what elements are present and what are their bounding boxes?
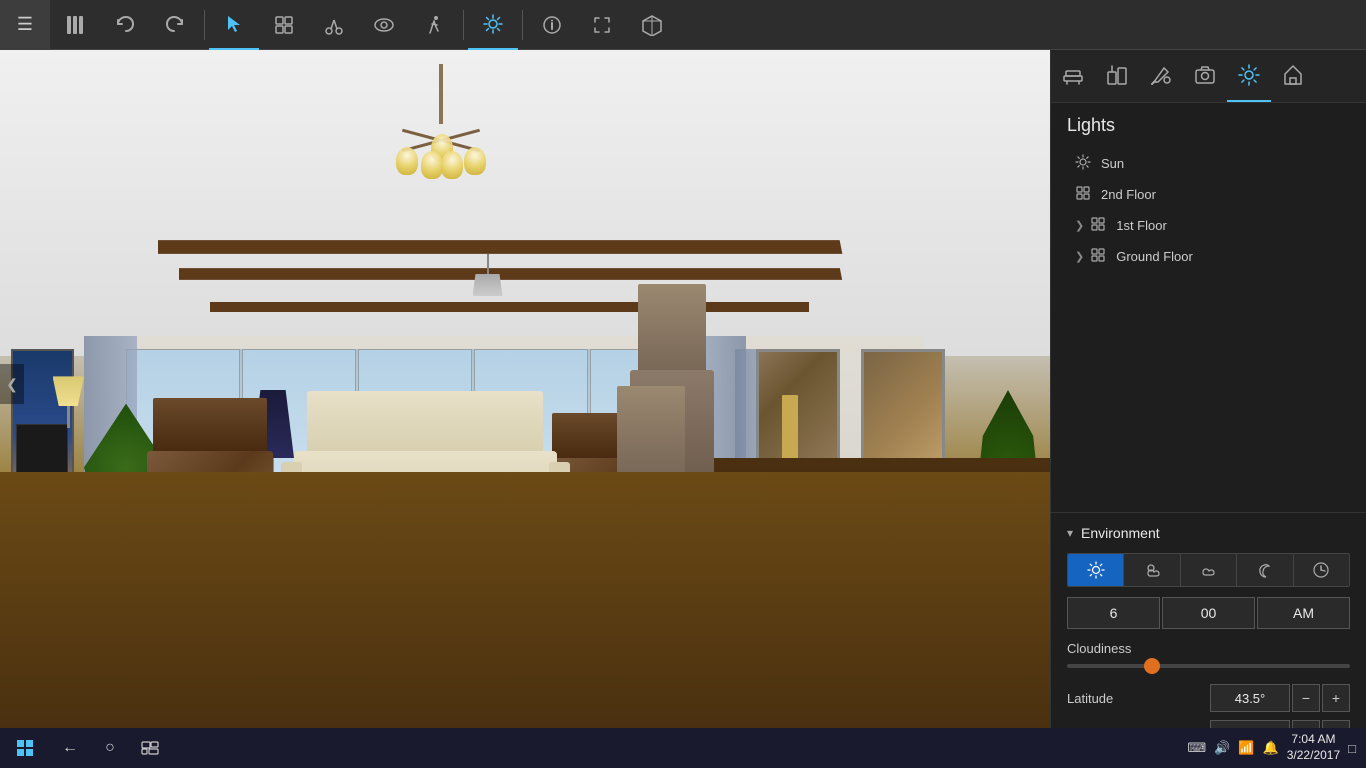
select-tool-button[interactable]	[209, 0, 259, 50]
chandelier	[351, 64, 531, 284]
3d-view-button[interactable]	[627, 0, 677, 50]
side-panel: Lights Sun	[1050, 50, 1366, 768]
sky-type-clock[interactable]	[1294, 554, 1349, 586]
latitude-label: Latitude	[1067, 691, 1210, 706]
panel-camera-button[interactable]	[1183, 50, 1227, 102]
cloudiness-fill	[1067, 664, 1152, 668]
light-item-ground-floor[interactable]: ❯ Ground Floor	[1067, 241, 1350, 272]
chandelier-rod	[439, 64, 443, 124]
taskbar-time: 7:04 AM	[1287, 732, 1340, 748]
sky-type-buttons	[1067, 553, 1350, 587]
top-toolbar: ☰	[0, 0, 1366, 50]
panel-toolbar	[1051, 50, 1366, 103]
expand-icon-ground-floor: ❯	[1075, 250, 1084, 263]
room-scene	[0, 50, 1050, 730]
light-item-2nd-floor-label: 2nd Floor	[1101, 187, 1156, 202]
time-display: 6 00 AM	[1067, 597, 1350, 629]
expand-icon-1st-floor: ❯	[1075, 219, 1084, 232]
sun-button[interactable]	[468, 0, 518, 50]
time-minute[interactable]: 00	[1162, 597, 1255, 629]
pendant-rod	[487, 254, 489, 274]
redo-button[interactable]	[150, 0, 200, 50]
fullscreen-button[interactable]	[577, 0, 627, 50]
panel-spacer	[1051, 280, 1366, 512]
taskbar-date: 3/22/2017	[1287, 748, 1340, 764]
latitude-input[interactable]: 43.5°	[1210, 684, 1290, 712]
info-button[interactable]	[527, 0, 577, 50]
arrange-button[interactable]	[259, 0, 309, 50]
walk-button[interactable]	[409, 0, 459, 50]
panel-paint-button[interactable]	[1139, 50, 1183, 102]
cloudiness-slider[interactable]	[1067, 664, 1350, 668]
menu-button[interactable]: ☰	[0, 0, 50, 50]
taskbar-system-tray: ⌨ 🔊 📶 🔔 7:04 AM 3/22/2017 □	[1187, 732, 1366, 763]
taskbar-notification-icon[interactable]: 🔔	[1263, 740, 1279, 756]
left-nav-arrow[interactable]: ❮	[0, 364, 24, 404]
floor	[0, 472, 1050, 730]
floor-light-icon-1	[1090, 216, 1106, 235]
chandelier-body	[391, 119, 491, 169]
light-item-ground-floor-label: Ground Floor	[1116, 249, 1193, 264]
lights-section: Lights Sun	[1051, 103, 1366, 280]
light-item-1st-floor-label: 1st Floor	[1116, 218, 1167, 233]
latitude-row: Latitude 43.5° − +	[1067, 684, 1350, 712]
sky-type-clear[interactable]	[1068, 554, 1124, 586]
taskbar-speaker-icon[interactable]: 🔊	[1214, 740, 1230, 756]
separator-3	[522, 10, 523, 40]
taskbar-task-view-button[interactable]	[130, 728, 170, 768]
panel-house-button[interactable]	[1271, 50, 1315, 102]
light-item-sun[interactable]: Sun	[1067, 148, 1350, 179]
cut-button[interactable]	[309, 0, 359, 50]
floor-light-icon-2	[1075, 185, 1091, 204]
taskbar: ← ○ ⌨ 🔊 📶 🔔 7:04 AM 3/22/2017 □	[0, 728, 1366, 768]
separator-2	[463, 10, 464, 40]
panel-light-button[interactable]	[1227, 50, 1271, 102]
chandelier-bulb-2	[464, 147, 486, 175]
chandelier-bulb-5	[441, 151, 463, 179]
lights-title: Lights	[1067, 115, 1350, 136]
wall-lamp-shade	[53, 376, 85, 406]
light-item-2nd-floor[interactable]: 2nd Floor	[1067, 179, 1350, 210]
latitude-increase-button[interactable]: +	[1322, 684, 1350, 712]
separator-1	[204, 10, 205, 40]
view-button[interactable]	[359, 0, 409, 50]
taskbar-keyboard-icon[interactable]: ⌨	[1187, 740, 1206, 756]
latitude-decrease-button[interactable]: −	[1292, 684, 1320, 712]
taskbar-clock: 7:04 AM 3/22/2017	[1287, 732, 1340, 763]
wall-lamp	[53, 376, 85, 430]
light-item-sun-label: Sun	[1101, 156, 1124, 171]
light-item-1st-floor[interactable]: ❯ 1st Floor	[1067, 210, 1350, 241]
sky-type-partly-cloudy[interactable]	[1124, 554, 1180, 586]
sky-type-night[interactable]	[1237, 554, 1293, 586]
pendant-light	[473, 254, 503, 294]
time-ampm[interactable]: AM	[1257, 597, 1350, 629]
floor-light-icon-g	[1090, 247, 1106, 266]
panel-structure-button[interactable]	[1095, 50, 1139, 102]
pendant-shade	[473, 274, 503, 296]
sun-light-icon	[1075, 154, 1091, 173]
wall-lamp-arm	[67, 406, 70, 428]
cloudiness-label: Cloudiness	[1067, 641, 1350, 656]
taskbar-action-center-icon[interactable]: □	[1348, 741, 1356, 756]
environment-header[interactable]: ▾ Environment	[1067, 525, 1350, 541]
chandelier-bulb-1	[396, 147, 418, 175]
chandelier-bulb-4	[421, 151, 443, 179]
time-hour[interactable]: 6	[1067, 597, 1160, 629]
sky-type-cloudy[interactable]	[1181, 554, 1237, 586]
3d-viewport[interactable]	[0, 50, 1050, 730]
taskbar-cortana-button[interactable]: ○	[90, 728, 130, 768]
taskbar-back-button[interactable]: ←	[50, 728, 90, 768]
library-button[interactable]	[50, 0, 100, 50]
cloudiness-thumb[interactable]	[1144, 658, 1160, 674]
sofa-back	[307, 391, 543, 451]
taskbar-network-icon[interactable]: 📶	[1238, 740, 1254, 756]
panel-furniture-button[interactable]	[1051, 50, 1095, 102]
start-button[interactable]	[0, 728, 50, 768]
environment-chevron-icon: ▾	[1067, 526, 1073, 540]
ceiling-beam-3	[210, 302, 809, 312]
undo-button[interactable]	[100, 0, 150, 50]
environment-title: Environment	[1081, 525, 1160, 541]
